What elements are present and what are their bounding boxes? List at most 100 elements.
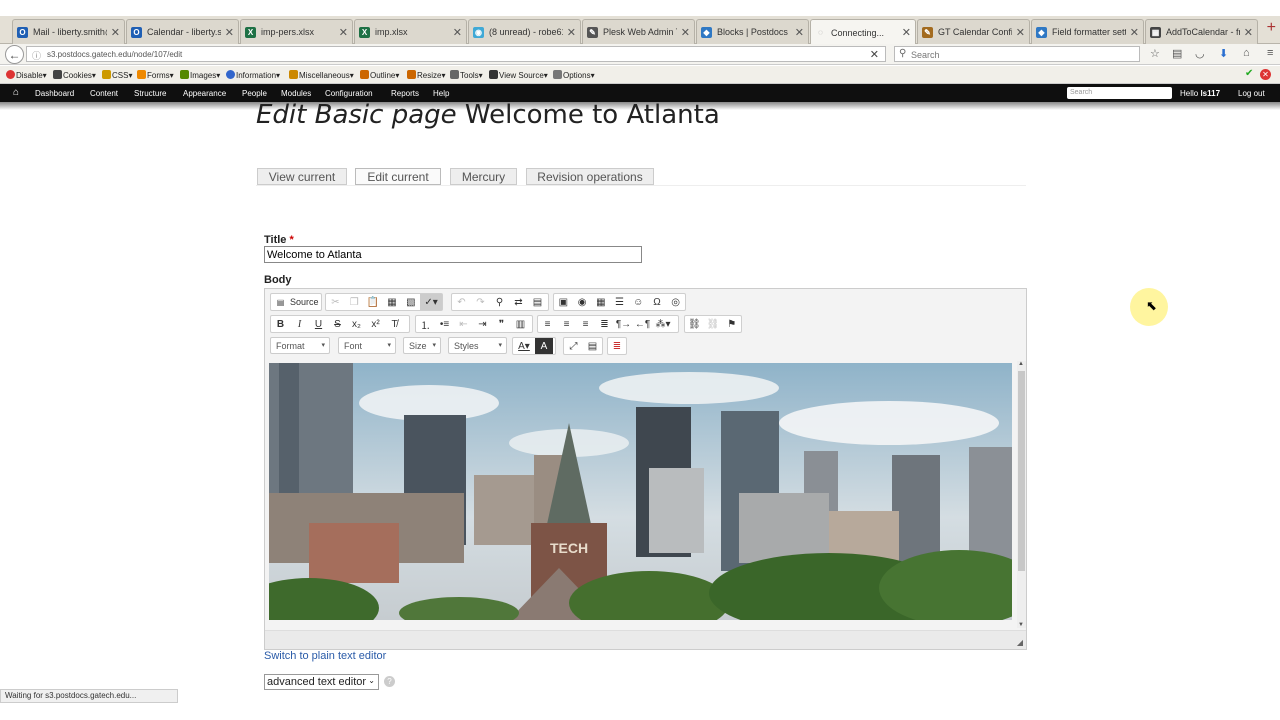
atlanta-skyline-image[interactable]: TECH xyxy=(269,363,1012,620)
undo-icon[interactable]: ↶ xyxy=(452,294,471,310)
stop-loading-icon[interactable]: ✕ xyxy=(870,48,879,61)
templates-icon[interactable]: ≣ xyxy=(608,338,626,354)
admin-search-input[interactable]: Search xyxy=(1067,87,1172,99)
font-dropdown[interactable]: Font ▾ xyxy=(338,337,396,354)
close-tab-icon[interactable]: ✕ xyxy=(567,26,576,39)
superscript-icon[interactable]: x² xyxy=(366,316,385,332)
source-button[interactable]: ▤ Source xyxy=(270,293,322,311)
dev-miscellaneous-menu[interactable]: Miscellaneous▾ xyxy=(289,70,354,80)
reading-list-icon[interactable]: ▤ xyxy=(1172,47,1182,60)
indent-icon[interactable]: ⇥ xyxy=(473,316,492,332)
smiley-icon[interactable]: ☺ xyxy=(629,294,648,310)
align-left-icon[interactable]: ≡ xyxy=(538,316,557,332)
dev-disable-menu[interactable]: Disable▾ xyxy=(6,70,47,80)
close-tab-icon[interactable]: ✕ xyxy=(1244,26,1253,39)
dev-information-menu[interactable]: Information▾ xyxy=(226,70,280,80)
size-dropdown[interactable]: Size ▾ xyxy=(403,337,441,354)
scroll-down-icon[interactable]: ▼ xyxy=(1018,622,1024,628)
link-icon[interactable]: ⛓ xyxy=(685,316,704,332)
dev-view-source-menu[interactable]: View Source▾ xyxy=(489,70,548,80)
anchor-icon[interactable]: ⚑ xyxy=(722,316,741,332)
browser-tab[interactable]: ✎GT Calendar Configu✕ xyxy=(917,19,1030,44)
cut-icon[interactable]: ✂ xyxy=(326,294,345,310)
resize-grip-icon[interactable]: ◢ xyxy=(1017,638,1023,647)
dev-forms-menu[interactable]: Forms▾ xyxy=(137,70,174,80)
close-tab-icon[interactable]: ✕ xyxy=(1016,26,1025,39)
admin-menu-structure[interactable]: Structure xyxy=(134,89,166,98)
language-icon[interactable]: ⁂▾ xyxy=(652,316,674,332)
styles-dropdown[interactable]: Styles ▾ xyxy=(448,337,507,354)
tab-mercury[interactable]: Mercury xyxy=(450,168,517,185)
paste-text-icon[interactable]: ▦ xyxy=(383,294,402,310)
strikethrough-icon[interactable]: S xyxy=(328,316,347,332)
tab-view-current[interactable]: View current xyxy=(257,168,347,185)
info-icon[interactable]: ⓘ xyxy=(32,49,41,62)
bold-icon[interactable]: B xyxy=(271,316,290,332)
text-color-icon[interactable]: A▾ xyxy=(513,338,535,354)
find-icon[interactable]: ⚲ xyxy=(490,294,509,310)
dev-tools-menu[interactable]: Tools▾ xyxy=(450,70,483,80)
plus-icon[interactable]: + xyxy=(1267,19,1276,37)
admin-menu-help[interactable]: Help xyxy=(433,89,449,98)
browser-tab[interactable]: ▦ AddToCalendar - fre ✕ xyxy=(1145,19,1258,44)
browser-tab[interactable]: Ximp-pers.xlsx ✕ xyxy=(240,19,353,44)
bookmark-star-icon[interactable]: ☆ xyxy=(1150,47,1160,60)
replace-icon[interactable]: ⇄ xyxy=(509,294,528,310)
dev-css-menu[interactable]: CSS▾ xyxy=(102,70,132,80)
text-format-select[interactable]: advanced text editor ⌄ xyxy=(264,674,379,690)
paste-icon[interactable]: 📋 xyxy=(364,294,383,310)
close-tab-icon[interactable]: ✕ xyxy=(111,26,120,39)
search-bar[interactable]: ⚲ Search xyxy=(894,46,1140,62)
pocket-icon[interactable]: ◡ xyxy=(1195,47,1205,60)
browser-tab[interactable]: ◆Blocks | Postdocs | G✕ xyxy=(696,19,809,44)
image-icon[interactable]: ▣ xyxy=(554,294,573,310)
dev-outline-menu[interactable]: Outline▾ xyxy=(360,70,399,80)
close-tab-icon[interactable]: ✕ xyxy=(225,26,234,39)
admin-username[interactable]: ls117 xyxy=(1200,89,1220,98)
downloads-icon[interactable]: ⬇ xyxy=(1219,47,1228,60)
subscript-icon[interactable]: x₂ xyxy=(347,316,366,332)
editor-scrollbar[interactable]: ▲ ▼ xyxy=(1017,361,1026,628)
select-all-icon[interactable]: ▤ xyxy=(528,294,547,310)
help-icon[interactable]: ? xyxy=(384,676,395,687)
spellcheck-icon[interactable]: ✓▾ xyxy=(420,294,443,310)
remove-format-icon[interactable]: T̸ xyxy=(385,316,404,332)
dev-options-menu[interactable]: Options▾ xyxy=(553,70,595,80)
align-center-icon[interactable]: ≡ xyxy=(557,316,576,332)
admin-menu-modules[interactable]: Modules xyxy=(281,89,311,98)
home-icon[interactable]: ⌂ xyxy=(1243,47,1250,59)
align-right-icon[interactable]: ≡ xyxy=(576,316,595,332)
dev-images-menu[interactable]: Images▾ xyxy=(180,70,220,80)
justify-icon[interactable]: ≣ xyxy=(595,316,614,332)
url-bar[interactable]: ⓘ s3.postdocs.gatech.edu/node/107/edit ✕ xyxy=(26,46,886,62)
close-tab-icon[interactable]: ✕ xyxy=(795,26,804,39)
blockquote-icon[interactable]: ❞ xyxy=(492,316,511,332)
ltr-icon[interactable]: ¶→ xyxy=(614,316,633,332)
back-button[interactable]: ← xyxy=(5,45,24,64)
copy-icon[interactable]: ❐ xyxy=(345,294,364,310)
admin-menu-people[interactable]: People xyxy=(242,89,267,98)
browser-tab[interactable]: OCalendar - liberty.sm✕ xyxy=(126,19,239,44)
browser-tab[interactable]: O Mail - liberty.smith@ ✕ xyxy=(12,19,125,44)
div-container-icon[interactable]: ▥ xyxy=(511,316,530,332)
browser-tab[interactable]: ◉ (8 unread) - robe61 ✕ xyxy=(468,19,581,44)
close-tab-icon[interactable]: ✕ xyxy=(339,26,348,39)
table-icon[interactable]: ▦ xyxy=(591,294,610,310)
horizontal-rule-icon[interactable]: ☰ xyxy=(610,294,629,310)
paste-word-icon[interactable]: ▧ xyxy=(401,294,420,310)
menu-icon[interactable]: ≡ xyxy=(1267,47,1273,59)
iframe-icon[interactable]: ◎ xyxy=(666,294,685,310)
switch-plain-text-link[interactable]: Switch to plain text editor xyxy=(264,650,386,662)
close-tab-icon[interactable]: ✕ xyxy=(1130,26,1139,39)
admin-menu-dashboard[interactable]: Dashboard xyxy=(35,89,74,98)
show-blocks-icon[interactable]: ▤ xyxy=(583,338,602,354)
scrollbar-thumb[interactable] xyxy=(1018,371,1025,571)
redo-icon[interactable]: ↷ xyxy=(471,294,490,310)
bulleted-list-icon[interactable]: •≡ xyxy=(435,316,454,332)
close-tab-icon[interactable]: ✕ xyxy=(453,26,462,39)
logout-link[interactable]: Log out xyxy=(1238,89,1265,98)
italic-icon[interactable]: I xyxy=(290,316,309,332)
rtl-icon[interactable]: ←¶ xyxy=(633,316,652,332)
title-input[interactable] xyxy=(264,246,642,263)
tab-edit-current[interactable]: Edit current xyxy=(355,168,441,185)
